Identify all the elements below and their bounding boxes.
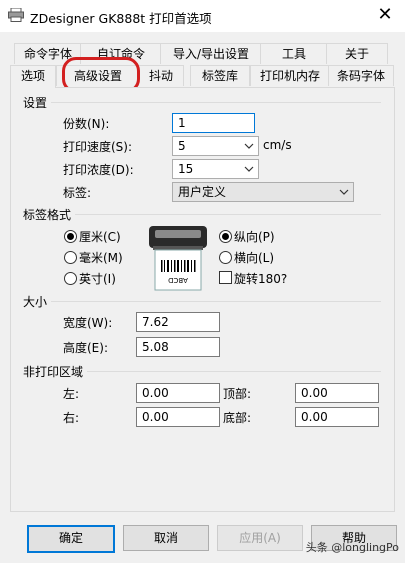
tab-printer-memory[interactable]: 打印机内存 [250,65,330,86]
speed-label: 打印速度(S): [63,140,133,154]
format-heading: 标签格式 [23,206,76,223]
tab-import-export[interactable]: 导入/导出设置 [160,43,262,64]
bottom-margin-label: 底部: [223,411,252,425]
tab-options[interactable]: 选项 [10,65,56,88]
dialog-body: 命令字体 自订命令 导入/导出设置 工具 关于 选项 高级设置 抖动 标签库 打… [0,32,405,563]
top-margin-label: 顶部: [223,387,252,401]
speed-select[interactable]: 5 [172,136,259,156]
tab-label-library[interactable]: 标签库 [190,65,250,86]
label-preview-image: ABCD [149,226,207,291]
right-margin-field[interactable]: 0.00 [136,407,220,427]
unit-mm-radio[interactable] [64,251,77,264]
settings-heading: 设置 [23,94,52,111]
stock-label: 标签: [63,186,92,200]
tab-about[interactable]: 关于 [326,43,388,64]
divider [51,301,381,302]
ok-button[interactable]: 确定 [27,525,115,553]
unit-mm-label[interactable]: 毫米(M) [79,249,123,266]
copies-label: 份数(N): [63,117,110,131]
bottom-margin-field[interactable]: 0.00 [295,407,379,427]
height-label: 高度(E): [63,341,108,355]
width-label: 宽度(W): [63,316,113,330]
height-field[interactable]: 5.08 [136,337,220,357]
tab-tools[interactable]: 工具 [260,43,328,64]
top-margin-field[interactable]: 0.00 [295,383,379,403]
unit-cm-label[interactable]: 厘米(C) [79,228,121,245]
landscape-radio[interactable] [219,251,232,264]
right-margin-label: 右: [63,411,80,425]
left-margin-field[interactable]: 0.00 [136,383,220,403]
landscape-label[interactable]: 横向(L) [234,249,274,266]
portrait-radio[interactable] [219,230,232,243]
apply-button[interactable]: 应用(A) [217,525,303,551]
unprintable-heading: 非打印区域 [23,363,88,380]
divider [87,371,381,372]
left-margin-label: 左: [63,387,80,401]
divider [75,214,381,215]
unit-inch-label[interactable]: 英寸(I) [79,270,116,287]
options-panel: 设置 份数(N): 1 打印速度(S): 5 cm/s 打印浓度(D): 15 … [10,87,395,512]
close-button[interactable]: ✕ [365,0,405,32]
preview-text: ABCD [168,276,188,284]
tab-dithering[interactable]: 抖动 [138,65,184,86]
watermark-text: 头条 @longlingPo [305,541,399,554]
darkness-select[interactable]: 15 [172,159,259,179]
chevron-down-icon [339,189,349,195]
chevron-down-icon [244,166,254,172]
rotate-checkbox[interactable] [219,271,232,284]
close-icon: ✕ [377,4,393,25]
chevron-down-icon [244,143,254,149]
darkness-label: 打印浓度(D): [63,163,134,177]
portrait-label[interactable]: 纵向(P) [234,228,275,245]
rotate-label[interactable]: 旋转180? [234,270,287,287]
divider [51,102,381,103]
cancel-button[interactable]: 取消 [123,525,209,551]
copies-field[interactable]: 1 [172,113,255,133]
speed-unit: cm/s [263,138,292,152]
size-heading: 大小 [23,293,52,310]
unit-cm-radio[interactable] [64,230,77,243]
stock-select[interactable]: 用户定义 [172,182,354,202]
window-title: ZDesigner GK888t 打印首选项 [30,11,212,26]
unit-inch-radio[interactable] [64,272,77,285]
tab-barcode-font[interactable]: 条码字体 [328,65,394,86]
printer-icon [8,8,24,22]
title-bar: ZDesigner GK888t 打印首选项 ✕ [0,0,405,32]
width-field[interactable]: 7.62 [136,312,220,332]
